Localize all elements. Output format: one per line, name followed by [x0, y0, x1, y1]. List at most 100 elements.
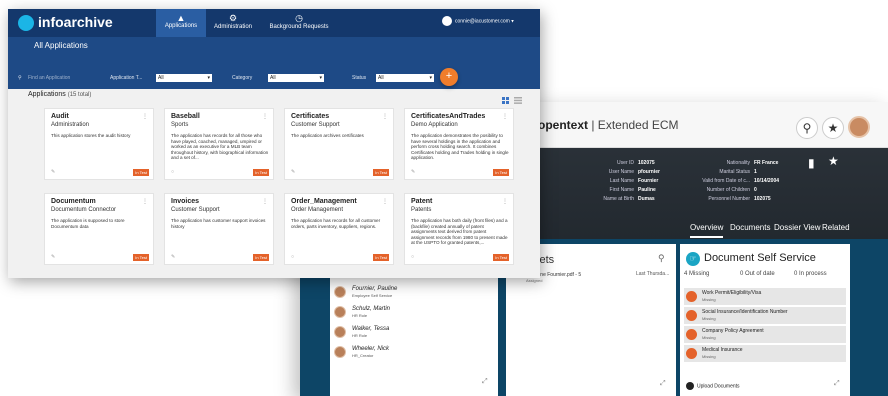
status-badge: In Test [493, 169, 509, 176]
more-menu-icon[interactable]: ⋮ [382, 198, 388, 205]
document-icon [686, 291, 697, 302]
pencil-icon[interactable]: ✎ [171, 254, 175, 260]
document-icon [686, 310, 697, 321]
star-icon[interactable]: ★ [822, 117, 844, 139]
info-icon[interactable]: ○ [291, 254, 294, 260]
infoarchive-window: infoarchive ▲ Applications ⚙ Administrat… [8, 9, 540, 278]
avatar [334, 286, 346, 298]
apps-icon: ▲ [176, 13, 186, 23]
grid-view-icon[interactable] [502, 91, 510, 104]
row-status: Assigned [526, 278, 543, 283]
more-menu-icon[interactable]: ⋮ [502, 113, 508, 120]
status-badge: In Test [373, 169, 389, 176]
pencil-icon[interactable]: ✎ [411, 169, 415, 175]
plus-icon: + [445, 70, 453, 82]
pencil-icon[interactable]: ✎ [291, 169, 295, 175]
more-menu-icon[interactable]: ⋮ [262, 113, 268, 120]
favorite-star-icon[interactable]: ★ [828, 154, 839, 168]
tab-related[interactable]: Related [822, 223, 850, 232]
avatar [334, 346, 346, 358]
expand-icon[interactable]: ⤢ [660, 380, 666, 388]
upload-documents-button[interactable]: Upload Documents [686, 382, 740, 390]
application-card-patent[interactable]: Patent ⋮ Patents The application has both… [404, 193, 514, 265]
avatar[interactable] [848, 116, 870, 138]
gear-icon: ⚙ [228, 13, 238, 23]
application-card-order-management[interactable]: Order_Management ⋮ Order Management The a… [284, 193, 394, 265]
more-menu-icon[interactable]: ⋮ [142, 113, 148, 120]
more-menu-icon[interactable]: ⋮ [262, 198, 268, 205]
avatar [334, 326, 346, 338]
out-of-date-count[interactable]: 0 Out of date [740, 271, 775, 277]
application-card-invoices[interactable]: Invoices ⋮ Customer Support The applicati… [164, 193, 274, 265]
field-marital-status: Marital Status 1 [719, 169, 757, 175]
ecm-tabs: Overview Documents Dossier View Related [538, 217, 888, 239]
chevron-down-icon: ▾ [429, 75, 432, 81]
list-view-icon[interactable] [514, 91, 522, 104]
application-card-audit[interactable]: Audit ⋮ Administration This application s… [44, 108, 154, 180]
user-menu[interactable]: connie@iacustomer.com ▾ [442, 16, 514, 26]
field-nationality: Nationality FR France [726, 160, 779, 166]
infoarchive-logo-icon [18, 15, 34, 31]
field-valid-from: Valid from Date of c... 10/14/2004 [702, 178, 780, 184]
list-item[interactable]: Medical Insurance Missing [684, 345, 846, 362]
field-user-name: User Name pfournier [608, 169, 660, 175]
row-date: Last Thursda... [636, 271, 670, 277]
expand-icon[interactable]: ⤢ [482, 378, 488, 386]
chevron-down-icon: ▾ [511, 18, 514, 25]
more-menu-icon[interactable]: ⋮ [382, 113, 388, 120]
app-logo: infoarchive [38, 14, 113, 30]
application-card-documentum[interactable]: Documentum ⋮ Documentum Connector The app… [44, 193, 154, 265]
tab-dossier-view[interactable]: Dossier View [774, 223, 821, 232]
expand-icon[interactable]: ⤢ [834, 380, 840, 388]
top-nav: infoarchive ▲ Applications ⚙ Administrat… [8, 9, 540, 37]
missing-count[interactable]: 4 Missing [684, 271, 709, 277]
more-menu-icon[interactable]: ⋮ [142, 198, 148, 205]
page-title: All Applications [34, 41, 88, 50]
status-badge: In Test [253, 169, 269, 176]
opentext-logo: opentext [538, 118, 589, 132]
search-icon[interactable]: ⚲ [796, 117, 818, 139]
ecm-brand: opentext | Extended ECM [538, 118, 679, 132]
application-card-certificatesandtrades[interactable]: CertificatesAndTrades ⋮ Demo Application … [404, 108, 514, 180]
more-menu-icon[interactable]: ⋮ [502, 198, 508, 205]
document-icon [686, 348, 697, 359]
pencil-icon[interactable]: ✎ [51, 169, 55, 175]
section-count: (15 total) [67, 92, 92, 98]
nav-tab-administration[interactable]: ⚙ Administration [208, 9, 258, 37]
chevron-down-icon: ▾ [319, 75, 322, 81]
field-personnel-number: Personnel Number 102075 [708, 196, 771, 202]
search-icon[interactable]: ⚲ [658, 253, 665, 264]
list-item[interactable]: Company Policy Agreement Missing [684, 326, 846, 343]
list-item[interactable]: Work Permit/Eligibility/Visa Missing [684, 288, 846, 305]
status-badge: In Test [253, 254, 269, 261]
panel-title: Document Self Service [704, 252, 816, 264]
nav-tab-background-requests[interactable]: ◷ Background Requests [264, 9, 334, 37]
tab-overview[interactable]: Overview [690, 223, 724, 238]
application-type-select[interactable]: All ▾ [156, 74, 212, 82]
field-first-name: First Name Pauline [609, 187, 656, 193]
avatar [334, 306, 346, 318]
list-item[interactable]: Social Insurance/Identification Number M… [684, 307, 846, 324]
nav-tab-applications[interactable]: ▲ Applications [156, 9, 206, 37]
avatar [442, 16, 452, 26]
filter-bar: ⚲ Find an Application Application T... A… [8, 74, 540, 87]
pencil-icon[interactable]: ✎ [51, 254, 55, 260]
field-children: Number of Children 0 [706, 187, 757, 193]
status-badge: In Test [133, 254, 149, 261]
application-card-baseball[interactable]: Baseball ⋮ Sports The application has rec… [164, 108, 274, 180]
status-select[interactable]: All ▾ [376, 74, 434, 82]
application-card-certificates[interactable]: Certificates ⋮ Customer Support The appli… [284, 108, 394, 180]
status-badge: In Test [133, 169, 149, 176]
info-icon[interactable]: ○ [411, 254, 414, 260]
add-application-button[interactable]: + [440, 68, 458, 86]
in-process-count[interactable]: 0 In process [794, 271, 827, 277]
application-type-label: Application T... [110, 75, 143, 81]
category-select[interactable]: All ▾ [268, 74, 324, 82]
field-name-at-birth: Name at Birth Dumas [603, 196, 655, 202]
comment-icon[interactable]: ▮ [808, 156, 815, 170]
tab-documents[interactable]: Documents [730, 223, 770, 232]
status-label: Status [352, 75, 367, 81]
info-icon[interactable]: ○ [171, 169, 174, 175]
ecm-product-name: | Extended ECM [591, 118, 679, 132]
search-input[interactable]: Find an Application [28, 75, 70, 81]
